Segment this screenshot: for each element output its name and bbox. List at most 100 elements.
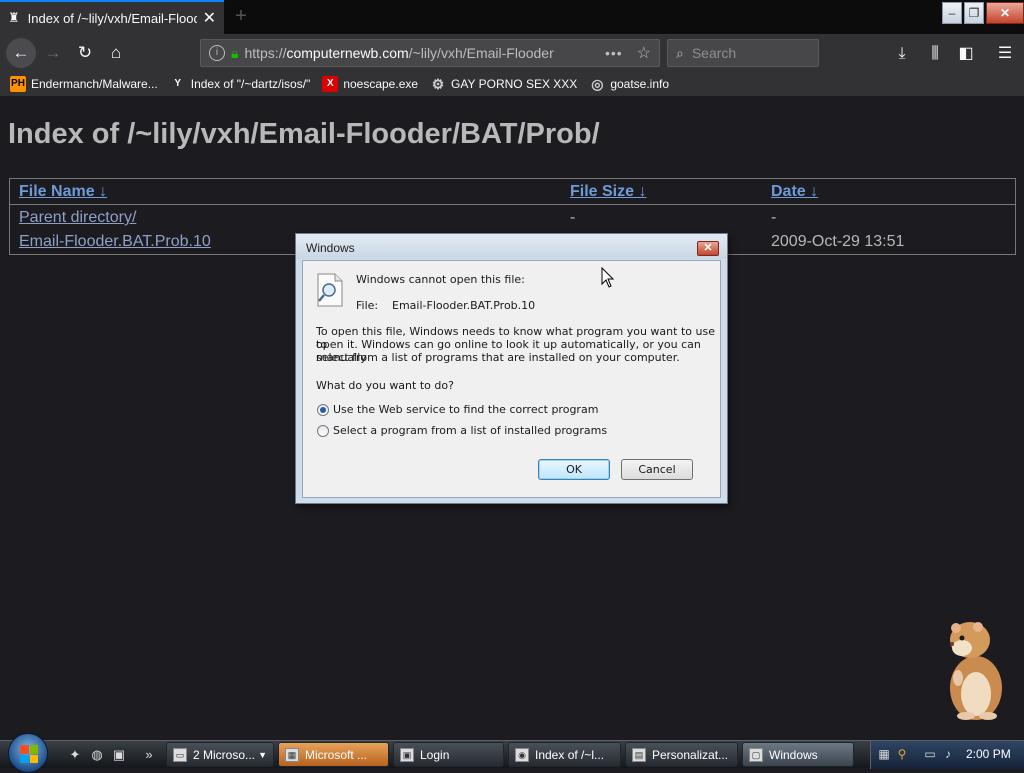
url-host: computernewb.com — [286, 45, 409, 61]
sidebar-icon[interactable]: ◧ — [955, 43, 977, 65]
browser-titlebar: ♜ Index of /~lily/vxh/Email-Flood ✕ + – … — [0, 0, 1024, 34]
pornhub-favicon-icon: PH — [10, 76, 26, 92]
taskbar-button[interactable]: ◉ Index of /~l... — [508, 742, 621, 767]
row-size: - — [570, 209, 576, 226]
system-tray: ▦ ⚲ ▭ ♪ 2:00 PM — [870, 741, 1024, 769]
task-label: Login — [420, 747, 450, 762]
url-path: /~lily/vxh/Email-Flooder — [408, 45, 554, 61]
page-title: Index of /~lily/vxh/Email-Flooder/BAT/Pr… — [8, 118, 600, 150]
bookmarks-toolbar: PH Endermanch/Malware... Y Index of "/~d… — [0, 72, 1024, 96]
window-icon: ▭ — [173, 747, 187, 762]
tab-close-icon[interactable]: ✕ — [203, 8, 216, 28]
bookmark-item[interactable]: ⚙ GAY PORNO SEX XXX — [430, 76, 578, 92]
search-input[interactable]: ⌕ Search — [667, 39, 819, 67]
forward-button[interactable]: → — [38, 38, 68, 68]
quicklaunch-overflow-icon[interactable]: » — [140, 746, 158, 764]
tab-active[interactable]: ♜ Index of /~lily/vxh/Email-Flood ✕ — [0, 0, 224, 34]
x-favicon-icon: X — [322, 76, 339, 92]
bookmark-label: Index of "/~dartz/isos/" — [190, 77, 311, 91]
quicklaunch-desktop-icon[interactable]: ✦ — [66, 746, 84, 764]
option-web-label[interactable]: Use the Web service to find the correct … — [333, 403, 598, 416]
bookmark-item[interactable]: X noescape.exe — [322, 76, 418, 92]
dialog-titlebar[interactable]: Windows ✕ — [296, 234, 727, 259]
radio-web-service[interactable] — [317, 404, 329, 416]
task-label: Windows — [769, 747, 818, 762]
tab-title: Index of /~lily/vxh/Email-Flood — [27, 10, 197, 26]
file-name-value: Email-Flooder.BAT.Prob.10 — [392, 299, 536, 312]
task-label: Personalizat... — [652, 747, 729, 762]
question-text: What do you want to do? — [316, 379, 454, 392]
minimize-button[interactable]: – — [942, 2, 962, 24]
explanation-line: select from a list of programs that are … — [316, 351, 680, 364]
bookmark-label: noescape.exe — [343, 77, 419, 91]
bookmark-item[interactable]: PH Endermanch/Malware... — [10, 76, 158, 92]
tray-network-icon[interactable]: ▦ — [877, 747, 891, 761]
window-icon: ▢ — [749, 747, 763, 762]
window-close-button[interactable]: ✕ — [986, 2, 1024, 24]
bookmark-label: Endermanch/Malware... — [31, 77, 158, 91]
task-label: Microsoft ... — [305, 747, 368, 762]
taskbar-button[interactable]: ▢ Windows — [742, 742, 854, 767]
bookmark-item[interactable]: ◎ goatse.info — [589, 76, 669, 92]
tray-volume-icon[interactable]: ♪ — [941, 747, 955, 761]
task-label: 2 Microso... — [193, 747, 256, 762]
taskbar-button[interactable]: ▤ Personalizat... — [625, 742, 738, 767]
bookmark-star-icon[interactable]: ☆ — [637, 43, 651, 63]
header-file-name[interactable]: File Name ↓ — [19, 183, 107, 201]
downloads-icon[interactable]: ⤓ — [891, 43, 913, 65]
file-link[interactable]: Email-Flooder.BAT.Prob.10 — [19, 233, 211, 251]
url-text[interactable]: https://computernewb.com/~lily/vxh/Email… — [244, 45, 596, 61]
menu-icon[interactable]: ☰ — [994, 43, 1016, 65]
tray-monitor-icon[interactable]: ▭ — [923, 747, 937, 761]
restore-button[interactable]: ❐ — [964, 2, 984, 24]
file-label: File: — [356, 299, 379, 312]
taskbar-button[interactable]: ▣ Login — [393, 742, 504, 767]
header-divider — [10, 204, 1015, 205]
url-bar[interactable]: i 🔒︎ https://computernewb.com/~lily/vxh/… — [200, 39, 660, 67]
firefox-icon: ◉ — [515, 747, 529, 762]
cancel-button[interactable]: Cancel — [621, 459, 693, 480]
info-icon[interactable]: i — [209, 45, 225, 61]
reload-button[interactable]: ↻ — [70, 38, 100, 68]
taskbar-button[interactable]: ▦ Microsoft ... — [278, 742, 389, 767]
windows-logo-icon — [20, 745, 38, 763]
library-icon[interactable]: ⫼ — [924, 43, 946, 65]
globe-favicon-icon: ◎ — [591, 76, 604, 92]
dialog-body: Windows cannot open this file: File: Ema… — [302, 260, 721, 498]
open-with-dialog: Windows ✕ Windows cannot open this file:… — [295, 233, 728, 504]
page-actions-button[interactable]: ••• — [605, 45, 623, 61]
radio-program-list[interactable] — [317, 425, 329, 437]
quicklaunch-show-desktop-icon[interactable]: ▣ — [110, 746, 128, 764]
gear-favicon-icon: ⚙ — [431, 76, 445, 92]
start-button[interactable] — [8, 733, 48, 773]
cannot-open-text: Windows cannot open this file: — [356, 273, 525, 286]
windows-taskbar: ✦ ◍ ▣ » ▭ 2 Microso... ▼ ▦ Microsoft ...… — [0, 733, 1024, 773]
parent-directory-link[interactable]: Parent directory/ — [19, 209, 136, 227]
task-label: Index of /~l... — [535, 747, 605, 762]
new-tab-button[interactable]: + — [228, 3, 254, 29]
back-button[interactable]: ← — [6, 38, 36, 68]
clock[interactable]: 2:00 PM — [966, 747, 1011, 761]
taskbar-button[interactable]: ▭ 2 Microso... ▼ — [166, 742, 274, 767]
tray-search-icon[interactable]: ⚲ — [895, 747, 909, 761]
home-button[interactable]: ⌂ — [101, 38, 131, 68]
row-date: 2009-Oct-29 13:51 — [771, 233, 905, 250]
search-placeholder: Search — [691, 45, 737, 61]
header-file-size[interactable]: File Size ↓ — [570, 183, 646, 201]
ycombinator-favicon-icon: Y — [174, 78, 182, 89]
ok-button[interactable]: OK — [538, 459, 610, 480]
option-list-label[interactable]: Select a program from a list of installe… — [333, 424, 607, 437]
hamster-desktop-pet-image — [950, 622, 1002, 720]
window-icon: ▤ — [632, 747, 646, 762]
row-date: - — [771, 209, 777, 226]
quicklaunch-ie-icon[interactable]: ◍ — [88, 746, 106, 764]
dialog-close-button[interactable]: ✕ — [697, 241, 719, 256]
lock-icon: 🔒︎ — [231, 44, 239, 61]
site-favicon: ♜ — [8, 10, 20, 25]
unknown-file-icon — [317, 273, 343, 307]
window-icon: ▦ — [285, 747, 299, 762]
header-date[interactable]: Date ↓ — [771, 183, 818, 201]
bookmark-item[interactable]: Y Index of "/~dartz/isos/" — [170, 76, 311, 92]
bookmark-label: GAY PORNO SEX XXX — [451, 77, 578, 91]
mouse-cursor-icon — [601, 267, 615, 288]
